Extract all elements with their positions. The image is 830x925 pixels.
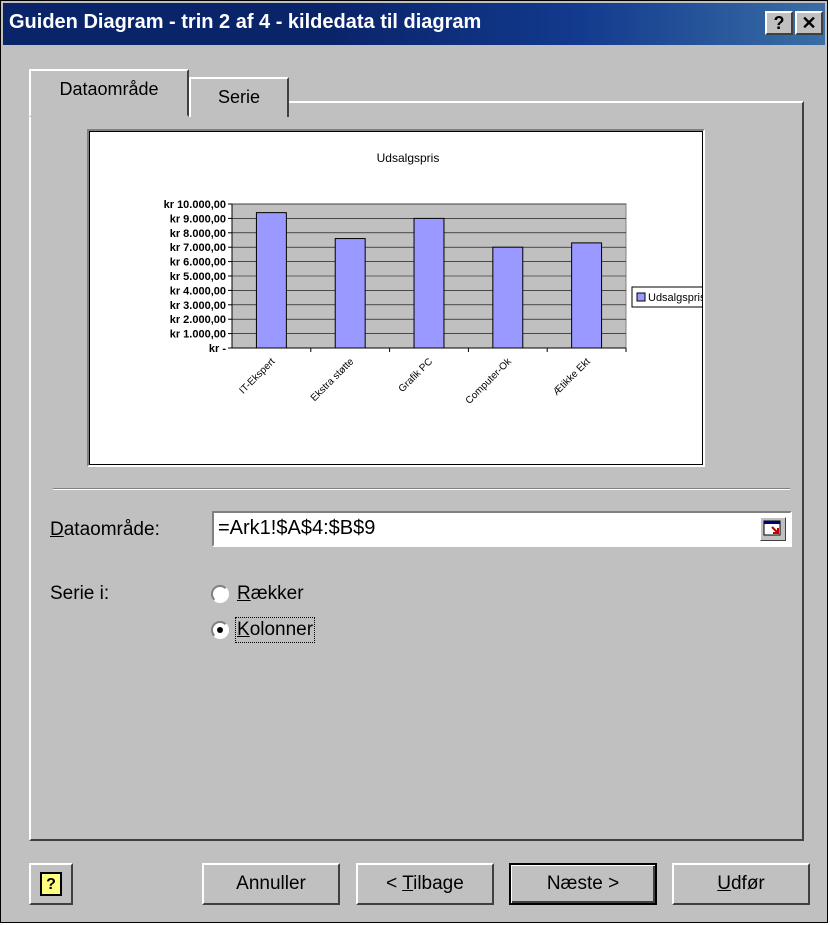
window-title: Guiden Diagram - trin 2 af 4 - kildedata… bbox=[9, 11, 482, 33]
data-range-value: =Ark1!$A$4:$B$9 bbox=[218, 517, 376, 539]
help-title-button[interactable]: ? bbox=[765, 11, 793, 35]
x-tick-label: Computer-Ok bbox=[464, 356, 515, 407]
back-button[interactable]: < Tilbage bbox=[356, 863, 494, 905]
close-button[interactable]: ✕ bbox=[795, 11, 823, 35]
bar bbox=[571, 242, 603, 349]
finish-button[interactable]: Udfør bbox=[672, 863, 810, 905]
x-tick-label: Ætikke Ekt bbox=[551, 356, 593, 398]
help-button[interactable]: ? bbox=[29, 863, 73, 905]
y-tick-label: kr 9.000,00 bbox=[170, 213, 226, 225]
collapse-dialog-button[interactable] bbox=[760, 517, 786, 541]
y-tick-label: kr 1.000,00 bbox=[170, 329, 226, 341]
y-axis: kr - kr 1.000,00 kr 2.000,00 kr 3.000,00 kr … bbox=[164, 199, 233, 355]
tab-label: Serie bbox=[217, 87, 261, 107]
tab-dataomrade[interactable]: Dataområde bbox=[29, 69, 189, 117]
bar bbox=[334, 238, 366, 349]
y-tick-label: kr 2.000,00 bbox=[170, 314, 226, 326]
data-range-input[interactable]: =Ark1!$A$4:$B$9 bbox=[212, 511, 792, 547]
y-tick-label: kr 10.000,00 bbox=[164, 199, 226, 211]
chart-wizard-dialog: Guiden Diagram - trin 2 af 4 - kildedata… bbox=[0, 0, 828, 923]
y-tick-label: kr 4.000,00 bbox=[170, 285, 226, 297]
y-tick-label: kr 6.000,00 bbox=[170, 257, 226, 269]
help-icon: ? bbox=[40, 872, 62, 896]
y-tick-label: kr 5.000,00 bbox=[170, 271, 226, 283]
bar bbox=[492, 246, 524, 349]
series-in-label: Serie i: bbox=[50, 583, 110, 604]
radio-rows-label[interactable]: Rækker bbox=[237, 583, 304, 605]
next-button[interactable]: Næste > bbox=[509, 863, 657, 905]
legend-swatch bbox=[636, 292, 646, 302]
y-tick-label: kr - bbox=[209, 343, 226, 355]
y-tick-label: kr 8.000,00 bbox=[170, 228, 226, 240]
close-icon: ✕ bbox=[801, 13, 817, 33]
x-axis: IT-Ekspert Ekstra støtte Grafik PC Computer… bbox=[232, 347, 627, 407]
cancel-button[interactable]: Annuller bbox=[202, 863, 340, 905]
x-tick-label: IT-Ekspert bbox=[238, 356, 278, 396]
separator bbox=[53, 488, 790, 490]
plot-area bbox=[231, 203, 627, 349]
chart-title: Udsalgspris bbox=[377, 151, 440, 165]
bar bbox=[255, 212, 287, 349]
radio-columns-label[interactable]: Kolonner bbox=[234, 617, 316, 643]
range-label: Dataområde: bbox=[50, 519, 160, 540]
tab-serie[interactable]: Serie bbox=[189, 77, 289, 117]
y-tick-label: kr 7.000,00 bbox=[170, 242, 226, 254]
collapse-dialog-icon bbox=[763, 520, 781, 536]
chart-svg: Udsalgspris kr -kr 1.000,00kr 2.000,00kr… bbox=[164, 151, 741, 407]
x-tick-label: Grafik PC bbox=[397, 356, 435, 394]
legend-label: Udsalgspris bbox=[648, 292, 702, 304]
bar bbox=[413, 217, 445, 349]
chart-preview: Udsalgspris kr - kr 1.000,00 kr 2.000,00 kr… bbox=[87, 129, 741, 467]
legend: Udsalgspris bbox=[631, 286, 741, 308]
radio-dot bbox=[217, 627, 223, 633]
help-icon: ? bbox=[773, 13, 785, 33]
tab-label: Dataområde bbox=[59, 79, 159, 99]
radio-columns[interactable] bbox=[211, 621, 229, 639]
y-tick-label: kr 3.000,00 bbox=[170, 300, 226, 312]
radio-rows[interactable] bbox=[211, 585, 229, 603]
title-bar[interactable]: Guiden Diagram - trin 2 af 4 - kildedata… bbox=[3, 3, 825, 45]
x-tick-label: Ekstra støtte bbox=[309, 356, 357, 404]
